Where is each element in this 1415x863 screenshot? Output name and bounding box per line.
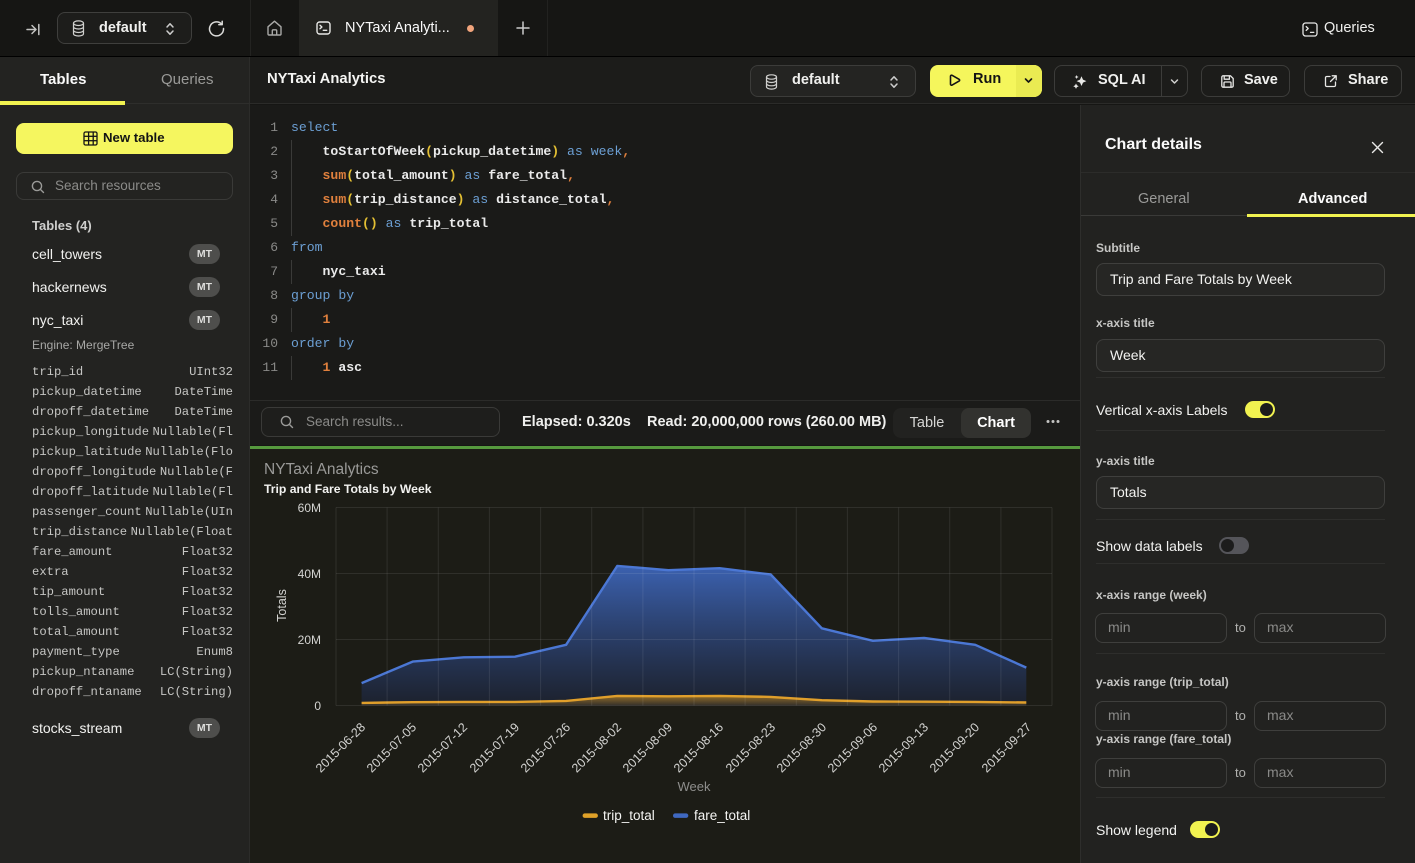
svg-text:2015-08-16: 2015-08-16 bbox=[671, 720, 726, 775]
svg-text:2015-09-20: 2015-09-20 bbox=[927, 720, 982, 775]
svg-text:2015-09-06: 2015-09-06 bbox=[825, 720, 880, 775]
svg-text:2015-09-13: 2015-09-13 bbox=[876, 720, 931, 775]
svg-text:NYTaxi Analytics: NYTaxi Analytics bbox=[264, 461, 379, 478]
svg-text:2015-08-23: 2015-08-23 bbox=[723, 720, 778, 775]
svg-text:2015-08-02: 2015-08-02 bbox=[569, 720, 624, 775]
svg-text:Trip and Fare Totals by Week: Trip and Fare Totals by Week bbox=[264, 482, 432, 496]
svg-text:40M: 40M bbox=[298, 567, 321, 581]
svg-text:2015-07-12: 2015-07-12 bbox=[415, 720, 470, 775]
svg-text:2015-09-27: 2015-09-27 bbox=[979, 720, 1034, 775]
svg-text:0: 0 bbox=[314, 699, 321, 713]
svg-text:Week: Week bbox=[678, 779, 711, 794]
svg-text:2015-07-26: 2015-07-26 bbox=[518, 720, 573, 775]
svg-text:trip_total: trip_total bbox=[603, 808, 655, 823]
svg-text:2015-07-05: 2015-07-05 bbox=[364, 720, 419, 775]
svg-text:60M: 60M bbox=[298, 501, 321, 515]
svg-text:Totals: Totals bbox=[275, 589, 289, 622]
svg-text:fare_total: fare_total bbox=[694, 808, 750, 823]
svg-text:2015-06-28: 2015-06-28 bbox=[313, 720, 368, 775]
svg-text:2015-08-09: 2015-08-09 bbox=[620, 720, 675, 775]
svg-text:2015-07-19: 2015-07-19 bbox=[467, 720, 522, 775]
svg-text:20M: 20M bbox=[298, 633, 321, 647]
svg-text:2015-08-30: 2015-08-30 bbox=[774, 720, 829, 775]
